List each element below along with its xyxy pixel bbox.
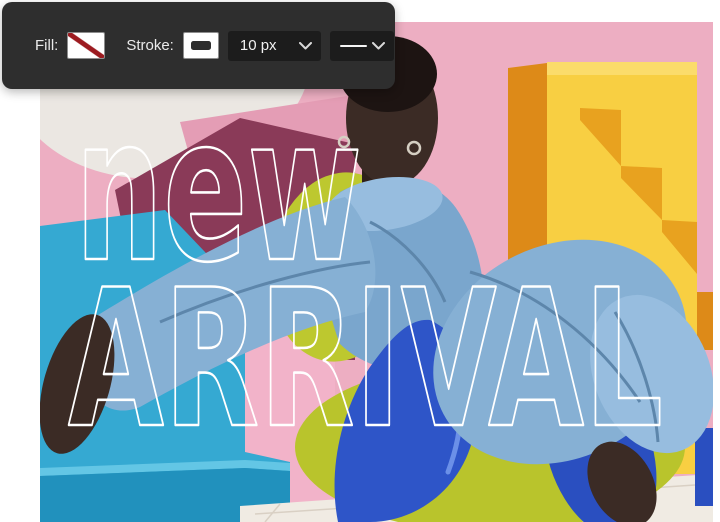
- headline-arrival-text[interactable]: ARRIVAL: [67, 248, 665, 472]
- properties-toolbar: Fill: Stroke: 10 px: [2, 2, 395, 89]
- hero-image[interactable]: new ARRIVAL: [40, 22, 713, 522]
- chevron-down-icon: [298, 41, 312, 49]
- yellow-top-face: [547, 62, 697, 75]
- stroke-color-swatch[interactable]: [182, 32, 219, 59]
- stroke-width-value: 10 px: [239, 37, 277, 54]
- solid-line-icon: [339, 44, 367, 47]
- stroke-label: Stroke:: [126, 37, 174, 54]
- fill-label: Fill:: [35, 37, 59, 54]
- chevron-down-icon: [371, 41, 385, 49]
- artboard: new ARRIVAL Fill: Stroke: 10 px: [0, 0, 720, 522]
- stroke-width-dropdown[interactable]: 10 px: [227, 30, 321, 61]
- fill-color-swatch[interactable]: [67, 32, 106, 59]
- stroke-style-dropdown[interactable]: [329, 30, 394, 61]
- stroke-frame-icon: [190, 41, 211, 50]
